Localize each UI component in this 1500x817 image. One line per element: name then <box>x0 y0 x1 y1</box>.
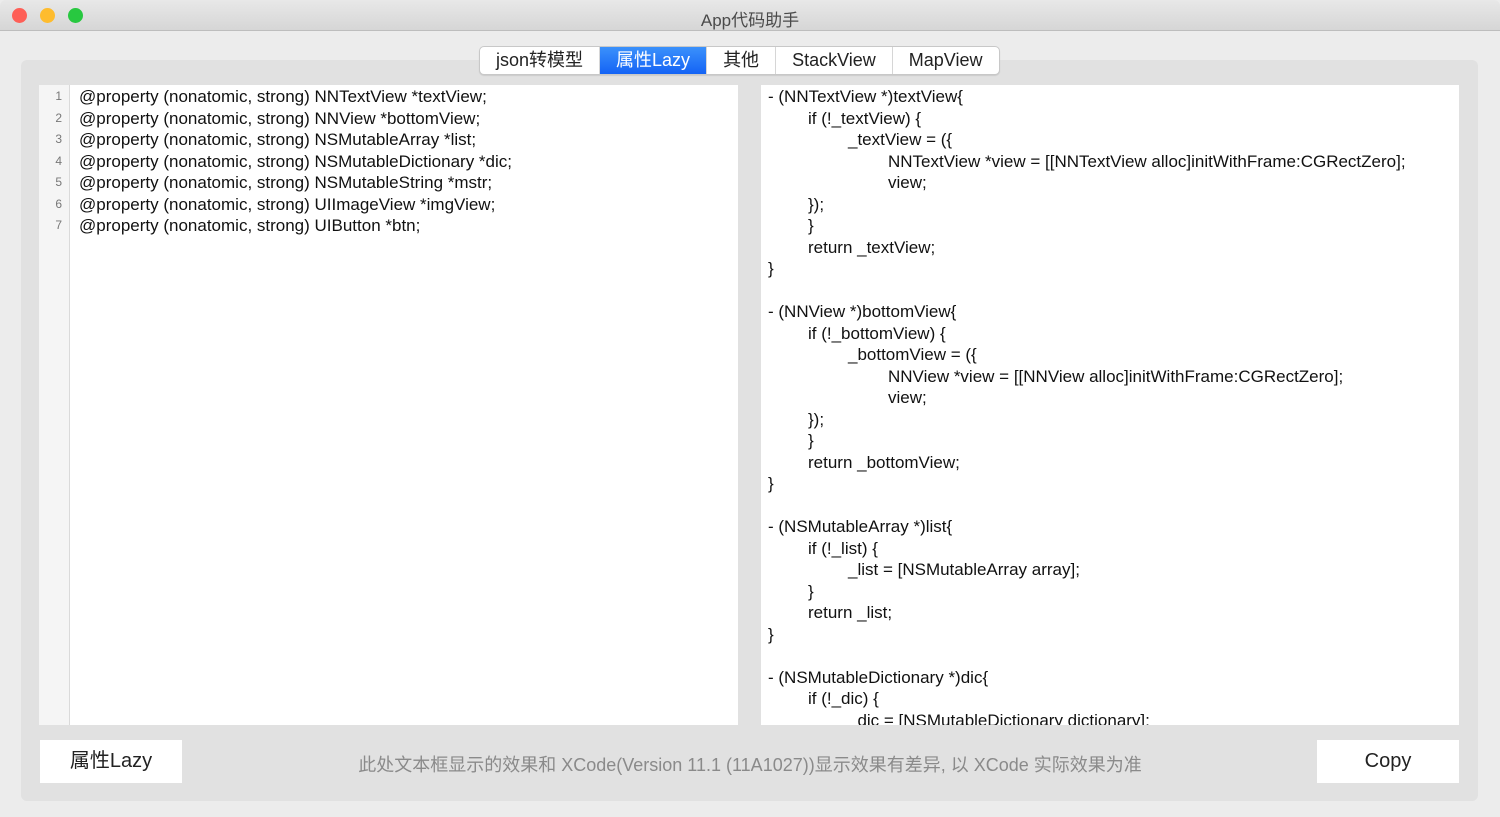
code-line: view; <box>888 173 927 192</box>
code-line: } <box>768 259 774 278</box>
code-line: if (!_dic) { <box>808 689 879 708</box>
line-number: 3 <box>55 132 62 146</box>
code-line: if (!_textView) { <box>808 108 922 128</box>
code-line: if (!_bottomView) { <box>808 323 946 343</box>
code-line: if (!_list) { <box>808 538 878 558</box>
line-number: 4 <box>55 153 62 168</box>
code-line: _textView = ({ <box>848 130 953 149</box>
code-line: @property (nonatomic, strong) NNTextView… <box>79 87 487 106</box>
copy-button[interactable]: Copy <box>1317 740 1459 783</box>
generate-lazy-button[interactable]: 属性Lazy <box>40 740 182 783</box>
line-number: 6 <box>55 196 62 211</box>
output-text[interactable]: - (NNTextView *)textView{ if (!_textView)… <box>768 86 1406 725</box>
tab-4[interactable]: MapView <box>893 47 999 74</box>
tab-0[interactable]: json转模型 <box>480 47 601 74</box>
line-number: 2 <box>55 110 62 125</box>
code-line: @property (nonatomic, strong) NSMutableD… <box>79 151 512 171</box>
code-line: _list = [NSMutableArray array]; <box>848 560 1080 579</box>
code-line: NNTextView *view = [[NNTextView alloc]in… <box>888 151 1406 171</box>
code-line: return _bottomView; <box>808 452 960 472</box>
code-line: } <box>808 431 814 450</box>
code-line: _dic = [NSMutableDictionary dictionary]; <box>848 710 1150 726</box>
code-line: return _list; <box>808 603 893 622</box>
line-number: 1 <box>55 89 62 103</box>
code-line: - (NNTextView *)textView{ <box>768 87 963 106</box>
title-bar: App代码助手 <box>0 0 1500 31</box>
code-line: } <box>808 581 814 601</box>
line-number-gutter: 1 2 3 4 5 6 7 <box>39 85 70 725</box>
window-title: App代码助手 <box>700 11 800 30</box>
info-note: 此处文本框显示的效果和 XCode(Version 11.1 (11A1027)… <box>358 755 1142 775</box>
line-number: 7 <box>55 218 62 232</box>
code-line: NNView *view = [[NNView alloc]initWithFr… <box>888 366 1344 386</box>
code-line: view; <box>888 388 927 407</box>
tab-3[interactable]: StackView <box>776 47 893 74</box>
code-line: - (NNView *)bottomView{ <box>768 302 957 321</box>
code-line: _bottomView = ({ <box>848 345 977 364</box>
code-line: @property (nonatomic, strong) NNView *bo… <box>79 108 481 128</box>
input-text[interactable]: @property (nonatomic, strong) NNTextView… <box>79 86 512 237</box>
code-line: } <box>768 474 774 493</box>
code-line: - (NSMutableArray *)list{ <box>768 517 953 536</box>
code-line: @property (nonatomic, strong) NSMutableS… <box>79 173 493 192</box>
tab-1[interactable]: 属性Lazy <box>600 47 708 74</box>
code-line: }); <box>808 409 825 429</box>
code-line: - (NSMutableDictionary *)dic{ <box>768 667 989 687</box>
input-editor[interactable]: 1 2 3 4 5 6 7 @property (nonatomic, strong) NN… <box>39 85 738 725</box>
code-line: } <box>768 624 774 644</box>
code-line: @property (nonatomic, strong) UIButton *… <box>79 216 421 235</box>
output-editor[interactable]: - (NNTextView *)textView{ if (!_textView)… <box>761 85 1459 725</box>
line-number: 5 <box>55 175 62 189</box>
code-line: @property (nonatomic, strong) UIImageVie… <box>79 194 496 214</box>
code-line: }); <box>808 194 825 214</box>
tab-bar: json转模型 属性Lazy 其他 StackView MapView <box>479 46 1000 75</box>
tab-2[interactable]: 其他 <box>707 47 777 74</box>
code-line: return _textView; <box>808 237 936 257</box>
code-line: } <box>808 216 814 235</box>
code-line: @property (nonatomic, strong) NSMutableA… <box>79 130 477 149</box>
